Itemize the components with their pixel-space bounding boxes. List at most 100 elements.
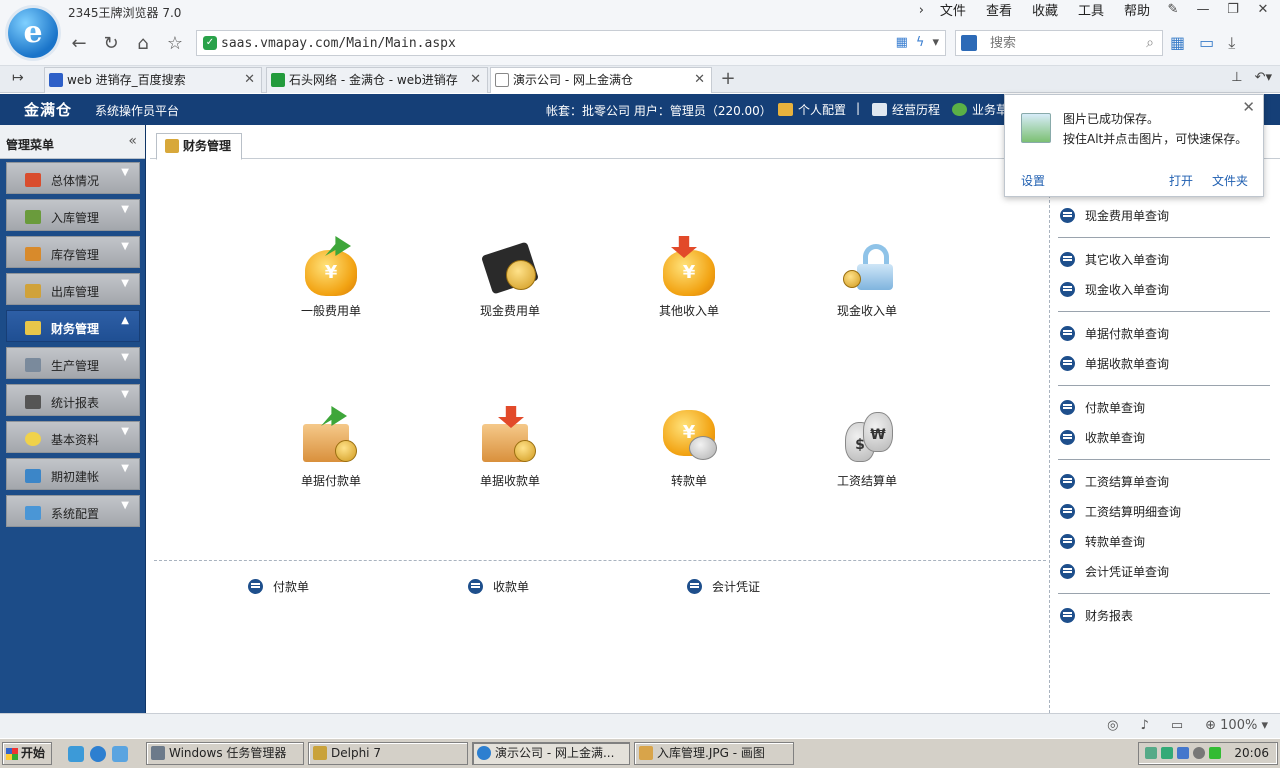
- sidebar-item-inventory[interactable]: 库存管理 ▼: [6, 236, 140, 268]
- close-icon[interactable]: ✕: [1242, 98, 1255, 116]
- query-other-income[interactable]: 其它收入单查询: [1060, 251, 1169, 267]
- browser-logo-icon: e: [8, 8, 58, 58]
- browser-icon: [477, 746, 491, 760]
- sidebar-item-inbound[interactable]: 入库管理 ▼: [6, 199, 140, 231]
- menu-favorites[interactable]: 收藏: [1022, 3, 1068, 21]
- sidebar-item-outbound[interactable]: 出库管理 ▼: [6, 273, 140, 305]
- cash-income-button[interactable]: 现金收入单: [812, 236, 922, 324]
- shield-icon[interactable]: [1209, 747, 1221, 759]
- chevron-right-icon[interactable]: ›: [913, 3, 930, 21]
- query-transfer[interactable]: 转款单查询: [1060, 533, 1145, 549]
- menu-help[interactable]: 帮助: [1114, 3, 1160, 21]
- query-salary-detail[interactable]: 工资结算明细查询: [1060, 503, 1181, 519]
- clock-app-icon[interactable]: [1193, 747, 1205, 759]
- search-box[interactable]: ⌕: [955, 30, 1163, 56]
- tab-baidu-search[interactable]: web 进销存_百度搜索 ✕: [44, 67, 262, 93]
- sidebar-item-overview[interactable]: 总体情况 ▼: [6, 162, 140, 194]
- sidebar-item-basic-data[interactable]: 基本资料 ▼: [6, 421, 140, 453]
- undo-close-icon[interactable]: ↶▾: [1255, 70, 1272, 85]
- receipt-link[interactable]: 收款单: [468, 578, 529, 594]
- chevron-down-icon[interactable]: ▾: [932, 35, 939, 50]
- apps-grid-icon[interactable]: ▦: [1170, 33, 1185, 53]
- document-receipt-button[interactable]: 单据收款单: [455, 406, 565, 494]
- sidebar-item-system-config[interactable]: 系统配置 ▼: [6, 495, 140, 527]
- query-cash-expense[interactable]: 现金费用单查询: [1060, 207, 1169, 223]
- battery-icon[interactable]: [1161, 747, 1173, 759]
- refresh-icon[interactable]: ↻: [100, 33, 122, 55]
- tab-shitou-network[interactable]: 石头网络 - 金满仓 - web进销存 ✕: [266, 67, 488, 93]
- cash-expense-button[interactable]: 现金费用单: [455, 236, 565, 324]
- sidebar-item-opening-accounts[interactable]: 期初建帐 ▼: [6, 458, 140, 490]
- close-icon[interactable]: ✕: [1252, 2, 1274, 20]
- query-document-payment[interactable]: 单据付款单查询: [1060, 325, 1169, 341]
- sidebar-item-reports[interactable]: 统计报表 ▼: [6, 384, 140, 416]
- skin-icon[interactable]: ✎: [1162, 2, 1184, 20]
- lightning-icon[interactable]: ϟ: [916, 35, 925, 50]
- quick-launch-ie-icon[interactable]: [90, 746, 106, 762]
- address-bar[interactable]: ✓ saas.vmapay.com/Main/Main.aspx ▦ ϟ ▾: [196, 30, 946, 56]
- query-salary-settlement[interactable]: 工资结算单查询: [1060, 473, 1169, 489]
- accounting-voucher-link[interactable]: 会计凭证: [687, 578, 760, 594]
- salary-settlement-button[interactable]: $ ₩ 工资结算单: [812, 406, 922, 494]
- query-receipt[interactable]: 收款单查询: [1060, 429, 1145, 445]
- sidebar-title: 管理菜单: [6, 138, 55, 152]
- search-icon[interactable]: ⌕: [1146, 35, 1154, 51]
- business-draft-link[interactable]: 业务草: [952, 101, 1008, 118]
- menu-tools[interactable]: 工具: [1068, 3, 1114, 21]
- tab-demo-company[interactable]: 演示公司 - 网上金满仓 ✕: [490, 67, 712, 93]
- sidebar-item-production[interactable]: 生产管理 ▼: [6, 347, 140, 379]
- open-link[interactable]: 打开: [1169, 172, 1193, 189]
- speaker-icon[interactable]: ♪: [1141, 718, 1149, 733]
- query-accounting-voucher[interactable]: 会计凭证单查询: [1060, 563, 1169, 579]
- home-icon[interactable]: ⌂: [132, 33, 154, 55]
- document-payment-button[interactable]: 单据付款单: [276, 406, 386, 494]
- favorite-star-icon[interactable]: ☆: [164, 33, 186, 55]
- sidebar-item-finance[interactable]: 财务管理 ▲: [6, 310, 140, 342]
- url-text[interactable]: saas.vmapay.com/Main/Main.aspx: [221, 36, 456, 51]
- exit-icon[interactable]: ↦: [12, 70, 24, 86]
- update-icon[interactable]: [1177, 747, 1189, 759]
- restore-icon[interactable]: ❐: [1222, 2, 1244, 20]
- collapse-icon[interactable]: «: [128, 133, 137, 149]
- download-icon[interactable]: ⤓: [1228, 33, 1235, 53]
- menu-file[interactable]: 文件: [930, 3, 976, 21]
- close-icon[interactable]: ✕: [244, 72, 255, 87]
- payment-link[interactable]: 付款单: [248, 578, 309, 594]
- taskbar-delphi[interactable]: Delphi 7: [308, 742, 468, 765]
- tab-finance-management[interactable]: 财务管理: [156, 133, 243, 160]
- search-input[interactable]: [990, 34, 1130, 52]
- screen-capture-icon[interactable]: ▭: [1199, 33, 1214, 53]
- qr-code-icon[interactable]: ▦: [896, 35, 908, 50]
- financial-report-link[interactable]: 财务报表: [1060, 607, 1133, 623]
- query-cash-income[interactable]: 现金收入单查询: [1060, 281, 1169, 297]
- taskbar-task-manager[interactable]: Windows 任务管理器: [146, 742, 304, 765]
- notification-hint: 按住Alt并点击图片，可快速保存。: [1063, 132, 1248, 146]
- taskbar-demo-company[interactable]: 演示公司 - 网上金满...: [472, 742, 630, 765]
- quick-launch-desktop-icon[interactable]: [112, 746, 128, 762]
- menu-view[interactable]: 查看: [976, 3, 1022, 21]
- personal-settings-link[interactable]: 个人配置: [778, 101, 846, 118]
- transfer-button[interactable]: ¥ 转款单: [634, 406, 744, 494]
- eye-protect-icon[interactable]: ◎: [1107, 718, 1118, 733]
- close-icon[interactable]: ✕: [694, 72, 705, 87]
- general-expense-button[interactable]: ¥ 一般费用单: [276, 236, 386, 324]
- close-icon[interactable]: ✕: [470, 72, 481, 87]
- search-engine-icon[interactable]: [961, 35, 977, 51]
- query-payment[interactable]: 付款单查询: [1060, 399, 1145, 415]
- taskbar-paint[interactable]: 入库管理.JPG - 画图: [634, 742, 794, 765]
- zoom-level[interactable]: ⊕ 100% ▾: [1205, 718, 1268, 733]
- new-tab-button[interactable]: +: [714, 67, 742, 92]
- minimize-icon[interactable]: —: [1192, 2, 1214, 20]
- settings-link[interactable]: 设置: [1021, 172, 1045, 189]
- start-button[interactable]: 开始: [2, 742, 52, 765]
- divider: [154, 560, 1046, 561]
- network-icon[interactable]: [1145, 747, 1157, 759]
- query-document-receipt[interactable]: 单据收款单查询: [1060, 355, 1169, 371]
- business-history-link[interactable]: 经营历程: [872, 101, 940, 118]
- tab-list-icon[interactable]: ⊥: [1231, 70, 1242, 85]
- window-icon[interactable]: ▭: [1171, 718, 1183, 733]
- quick-launch-browser-icon[interactable]: [68, 746, 84, 762]
- folder-link[interactable]: 文件夹: [1212, 172, 1248, 189]
- other-income-button[interactable]: ¥ 其他收入单: [634, 236, 744, 324]
- back-icon[interactable]: ←: [68, 33, 90, 55]
